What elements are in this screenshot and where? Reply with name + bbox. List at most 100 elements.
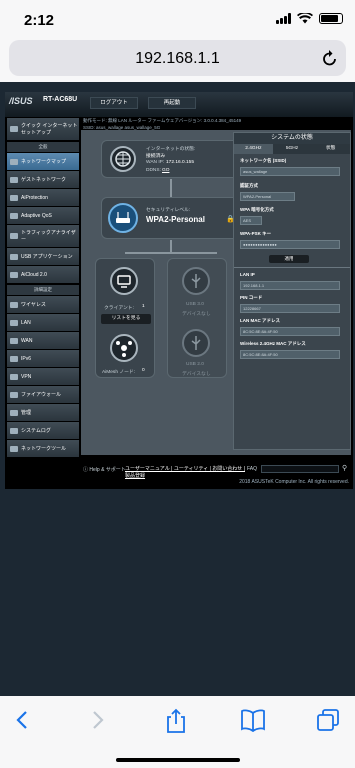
divider [234,267,350,268]
usb2-label: USB 2.0 [186,362,204,367]
forward-icon[interactable] [88,708,106,732]
search-icon[interactable]: ⚲ [342,464,347,472]
usb3-status: デバイスなし [182,312,211,317]
router-model: RT-AC68U [43,96,78,103]
sidebar-item-guest[interactable]: ゲストネットワーク [7,171,79,188]
connector-line [125,252,217,254]
url-text[interactable]: 192.168.1.1 [9,50,346,68]
footer-links[interactable]: ユーザーマニュアル | ユーティリティ | お問い合わせ | 製品登録 [125,466,245,480]
system-status-panel: システムの状態 2.4GHz 5GHz 状態 ネットワーク名 (SSID) as… [233,132,351,450]
bookmarks-icon[interactable] [240,708,266,732]
home-indicator[interactable] [116,758,240,762]
internet-status-card[interactable]: インターネットの状態: 接続済み WAN IP: 172.16.0.155 DD… [101,140,241,178]
sidebar-item-label: LAN [21,319,31,326]
sidebar-item-ipv6[interactable]: IPv6 [7,350,79,367]
qos-icon [10,212,18,219]
sidebar-item-label: システムログ [21,428,51,434]
sidebar-item-wireless[interactable]: ワイヤレス [7,296,79,313]
battery-icon [319,13,343,24]
shield-icon [10,194,18,201]
ddns-label: DDNS: [146,168,161,173]
back-icon[interactable] [14,708,32,732]
log-icon [10,427,18,434]
wireless-mac-value: 8C:5C:8E:8A:4F:50 [240,350,340,359]
status-time: 2:12 [24,12,55,29]
sidebar-item-aiprotection[interactable]: AiProtection [7,189,79,206]
sidebar-item-label: 管理 [21,410,32,416]
clients-card[interactable]: クライアント: 1 リストを見る AiMesh ノード: 0 [95,258,155,378]
sidebar-item-wan[interactable]: WAN [7,332,79,349]
firmware-line: 動作モード: 無線 LAN ルーター ファームウェアバージョン: 3.0.0.4… [83,118,242,123]
wan-ip-label: WAN IP: [146,160,165,165]
sidebar-item-aicloud[interactable]: AiCloud 2.0 [7,266,79,283]
sidebar-item-traffic[interactable]: トラフィックアナライザー [7,225,79,247]
sidebar-item-admin[interactable]: 管理 [7,404,79,421]
logout-button[interactable]: ログアウト [90,97,138,109]
router-admin-frame: /ISUS RT-AC68U ログアウト 再起動 動作モード: 無線 LAN ル… [5,92,353,489]
wireless-icon [10,301,18,308]
sidebar-item-label: VPN [21,373,32,380]
tab-status[interactable]: 状態 [311,144,351,154]
encryption-select[interactable]: AES [240,216,262,225]
aimesh-label: AiMesh ノード: [102,370,136,375]
usb-card[interactable]: USB 3.0 デバイスなし USB 2.0 デバイスなし [167,258,227,378]
cloud-icon [10,271,18,278]
connector-line [170,179,172,197]
pin-value: 12228667 [240,304,340,313]
sidebar-item-label: Adaptive QoS [21,212,52,219]
lan-icon [10,319,18,326]
gear-icon [10,409,18,416]
faq-search-input[interactable] [261,465,339,473]
sidebar-item-network-map[interactable]: ネットワークマップ [7,153,79,170]
lan-ip-label: LAN IP [240,272,255,277]
sidebar-item-qos[interactable]: Adaptive QoS [7,207,79,224]
usb-icon [182,267,210,295]
web-page: /ISUS RT-AC68U ログアウト 再起動 動作モード: 無線 LAN ル… [0,82,355,696]
sidebar-item-label: ファイアウォール [21,392,62,398]
sidebar-item-firewall[interactable]: ファイアウォール [7,386,79,403]
copyright: 2018 ASUSTeK Computer Inc. All rights re… [239,479,349,485]
security-level-label: セキュリティレベル: [146,208,191,213]
sidebar-item-vpn[interactable]: VPN [7,368,79,385]
auth-select[interactable]: WPA2-Personal [240,192,295,201]
tab-2ghz[interactable]: 2.4GHz [234,144,273,154]
apply-button[interactable]: 適用 [269,255,309,263]
internet-status-value: 接続済み [146,154,166,159]
sidebar-item-label: AiCloud 2.0 [21,271,47,278]
sidebar-item-usb[interactable]: USB アプリケーション [7,248,79,265]
ssid-input[interactable]: asus_wallage [240,167,340,176]
sidebar-item-nettools[interactable]: ネットワークツール [7,440,79,457]
clients-label: クライアント: [104,306,134,311]
panel-title: システムの状態 [234,133,350,144]
aimesh-icon [110,334,138,362]
clients-count: 1 [142,304,145,309]
address-bar[interactable]: 192.168.1.1 [9,40,346,76]
map-icon [10,158,18,165]
sidebar-advanced-header: 詳細設定 [7,285,79,295]
sidebar-item-quick-setup[interactable]: クイック インターネットセットアップ [7,118,79,140]
psk-input[interactable]: ●●●●●●●●●●●●●● [240,240,340,249]
globe-icon [10,337,18,344]
tabs-icon[interactable] [316,708,340,732]
connector-line [170,240,172,252]
sidebar-item-label: トラフィックアナライザー [21,230,76,243]
share-icon[interactable] [164,708,188,734]
sidebar-item-syslog[interactable]: システムログ [7,422,79,439]
sidebar-item-label: ネットワークツール [21,446,67,452]
encryption-label: WPA 暗号化方式 [240,207,274,212]
wan-ip-value: 172.16.0.155 [166,160,195,165]
aimesh-count: 0 [142,368,145,373]
view-list-button[interactable]: リストを見る [101,314,151,324]
monitor-icon [110,267,138,295]
reload-icon[interactable] [322,49,338,67]
router-topbar: /ISUS RT-AC68U ログアウト 再起動 [5,92,353,117]
router-security-card[interactable]: セキュリティレベル: WPA2-Personal 🔒 [101,197,241,239]
ipv6-icon [10,355,18,362]
sidebar-item-lan[interactable]: LAN [7,314,79,331]
band-tabs: 2.4GHz 5GHz 状態 [234,144,351,154]
ddns-go-link[interactable]: GO [162,168,169,173]
tab-5ghz[interactable]: 5GHz [272,144,312,154]
help-support[interactable]: ⓘ Help & サポート [83,466,126,473]
reboot-button[interactable]: 再起動 [148,97,196,109]
router-sidebar: クイック インターネットセットアップ 全般 ネットワークマップ ゲストネットワー… [7,118,79,458]
